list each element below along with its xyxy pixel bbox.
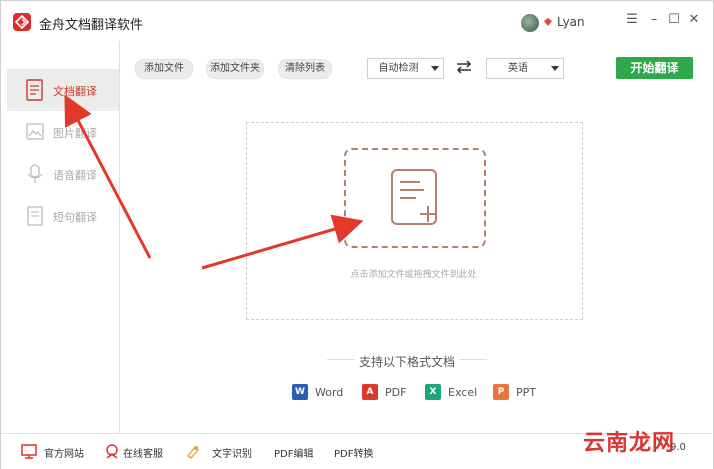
drop-hint-text: 点击添加文件或拖拽文件到此处 <box>350 270 477 280</box>
watermark-logo: 云南龙网 <box>583 431 676 456</box>
official-site-link[interactable]: 官方网站 <box>21 444 91 460</box>
monitor-icon <box>21 444 37 459</box>
add-file-button[interactable]: 添加文件 <box>135 59 193 79</box>
pdf-edit-link[interactable]: PDF编辑 <box>274 444 324 460</box>
headset-icon <box>106 444 118 459</box>
ocr-icon <box>186 445 199 459</box>
ppt-icon: P <box>493 384 509 400</box>
format-label: PDF <box>385 386 407 399</box>
source-language-select[interactable]: 自动检测 <box>367 58 444 79</box>
sidebar-item-document-translate[interactable]: 文档翻译 <box>7 69 119 111</box>
microphone-icon <box>27 164 43 183</box>
sentence-icon <box>27 206 43 226</box>
format-ppt: P PPT <box>493 383 543 403</box>
app-title: 金舟文档翻译软件 <box>39 18 144 33</box>
ocr-label: 文字识别 <box>212 449 252 460</box>
chevron-down-icon <box>431 66 439 71</box>
clear-list-button[interactable]: 清除列表 <box>278 59 332 79</box>
add-file-area[interactable] <box>344 148 486 248</box>
maximize-icon[interactable]: ☐ <box>665 11 683 29</box>
target-language-value: 英语 <box>508 63 528 74</box>
sidebar: 文档翻译 图片翻译 语音翻译 短句翻译 <box>1 41 120 433</box>
app-logo-icon <box>13 13 31 31</box>
supported-formats-title: 支持以下格式文档 <box>358 355 455 369</box>
username[interactable]: Lyan <box>557 15 585 29</box>
sidebar-item-label: 文档翻译 <box>53 85 97 98</box>
ocr-link[interactable]: 文字识别 <box>185 444 255 460</box>
menu-icon[interactable]: ☰ <box>623 11 641 29</box>
format-word: W Word <box>292 383 352 403</box>
close-icon[interactable]: ✕ <box>685 11 703 29</box>
app-window: 金舟文档翻译软件 Lyan ☰ – ☐ ✕ 文档翻译 图片翻译 语音翻译 短句翻… <box>0 0 714 469</box>
pdf-convert-label: PDF转换 <box>334 449 374 460</box>
official-site-label: 官方网站 <box>44 449 84 460</box>
title-bar: 金舟文档翻译软件 Lyan ☰ – ☐ ✕ <box>1 1 713 41</box>
divider <box>459 359 487 360</box>
format-label: Excel <box>448 386 478 399</box>
chevron-down-icon <box>551 66 559 71</box>
version-text: 9.0 <box>670 442 686 453</box>
target-language-select[interactable]: 英语 <box>486 58 564 79</box>
pdf-convert-link[interactable]: PDF转换 <box>334 444 384 460</box>
sidebar-item-label: 短句翻译 <box>53 211 97 224</box>
online-service-link[interactable]: 在线客服 <box>105 444 175 460</box>
add-document-icon <box>391 169 437 225</box>
sidebar-item-image-translate[interactable]: 图片翻译 <box>7 111 119 153</box>
minimize-icon[interactable]: – <box>645 11 663 29</box>
sidebar-item-voice-translate[interactable]: 语音翻译 <box>7 153 119 195</box>
format-pdf: A PDF <box>362 383 412 403</box>
sidebar-item-sentence-translate[interactable]: 短句翻译 <box>7 195 119 237</box>
format-label: Word <box>315 386 344 399</box>
add-folder-button[interactable]: 添加文件夹 <box>206 59 264 79</box>
sidebar-item-label: 语音翻译 <box>53 169 97 182</box>
pdf-edit-label: PDF编辑 <box>274 449 314 460</box>
pdf-icon: A <box>362 384 378 400</box>
vip-badge-icon <box>544 18 552 26</box>
sidebar-item-label: 图片翻译 <box>53 127 97 140</box>
start-translate-button[interactable]: 开始翻译 <box>616 57 693 79</box>
document-icon <box>26 79 43 101</box>
image-icon <box>26 123 44 140</box>
excel-icon: X <box>425 384 441 400</box>
format-excel: X Excel <box>425 383 485 403</box>
word-icon: W <box>292 384 308 400</box>
swap-languages-icon[interactable] <box>455 59 473 75</box>
online-service-label: 在线客服 <box>123 449 163 460</box>
source-language-value: 自动检测 <box>378 63 419 74</box>
avatar[interactable] <box>521 14 539 32</box>
format-label: PPT <box>516 386 536 399</box>
